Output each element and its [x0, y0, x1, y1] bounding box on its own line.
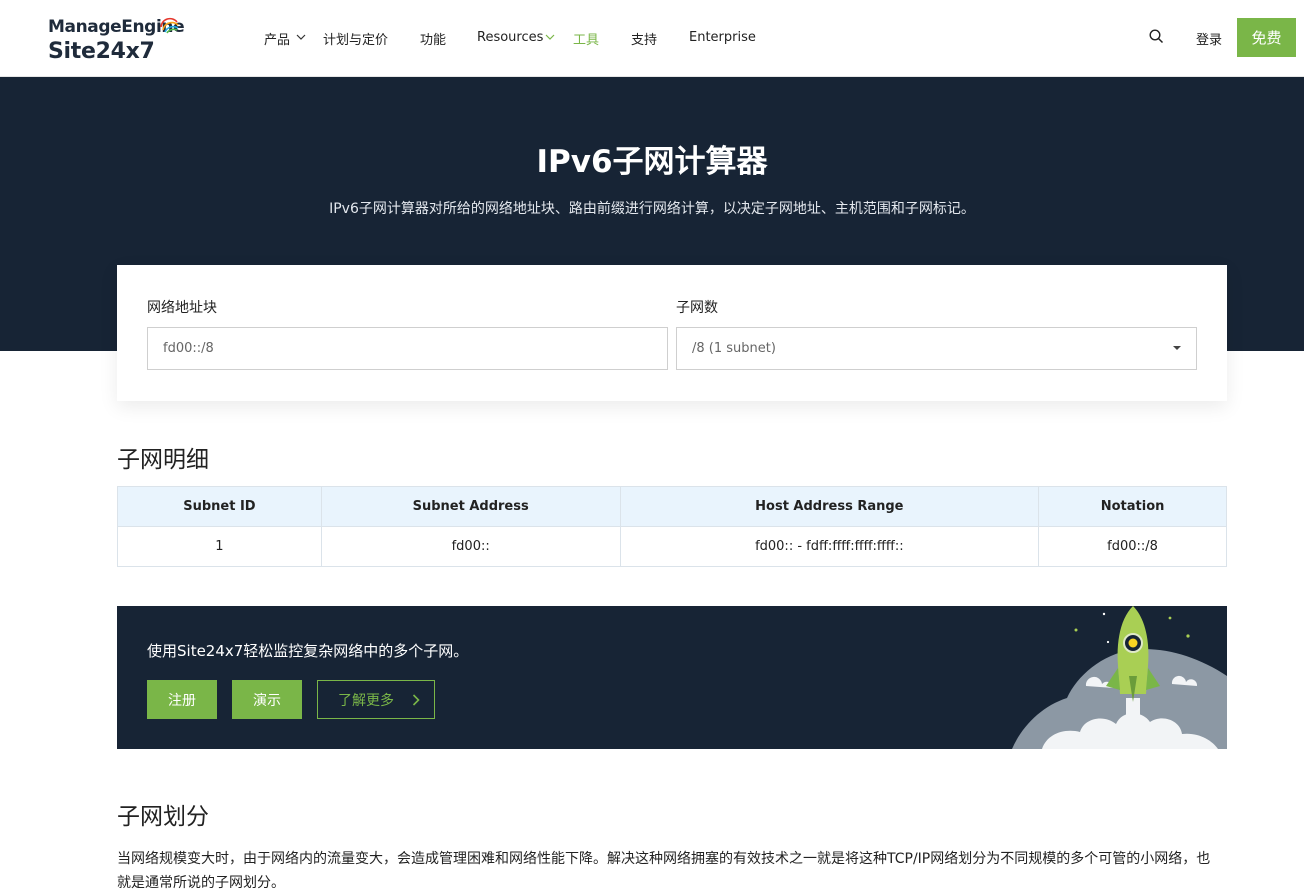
rocket-illustration-icon — [1012, 606, 1227, 749]
network-block-label: 网络地址块 — [147, 300, 217, 316]
subnet-details-title: 子网明细 — [117, 447, 209, 473]
nav-products[interactable]: 产品 — [264, 29, 290, 48]
table-cell: fd00:: — [320, 526, 621, 567]
learn-more-button[interactable]: 了解更多 — [317, 680, 435, 719]
network-block-value: fd00::/8 — [163, 341, 214, 356]
nav-tools[interactable]: 工具 — [573, 29, 599, 48]
chevron-right-icon — [412, 694, 420, 706]
nav-pricing[interactable]: 计划与定价 — [323, 29, 388, 48]
chevron-down-icon[interactable] — [545, 34, 555, 40]
search-icon[interactable] — [1149, 29, 1164, 44]
subnet-count-select[interactable]: /8 (1 subnet) — [676, 327, 1197, 370]
subnetting-paragraph: 当网络规模变大时，由于网络内的流量变大，会造成管理困难和网络性能下降。解决这种网… — [117, 851, 1211, 891]
table-header-row: Subnet ID Subnet Address Host Address Ra… — [117, 486, 1227, 527]
table-cell: fd00::/8 — [1038, 526, 1227, 567]
subnet-count-label: 子网数 — [676, 300, 718, 316]
site-logo[interactable]: ManageEngine Site24x7 — [48, 13, 188, 65]
subnet-details-table: Subnet ID Subnet Address Host Address Ra… — [117, 486, 1227, 567]
demo-button[interactable]: 演示 — [232, 680, 302, 719]
nav-enterprise[interactable]: Enterprise — [689, 30, 756, 45]
table-cell: fd00:: - fdff:ffff:ffff:ffff:: — [619, 526, 1040, 567]
learn-more-label: 了解更多 — [338, 692, 394, 709]
login-link[interactable]: 登录 — [1196, 29, 1222, 48]
caret-down-icon[interactable] — [1173, 346, 1181, 350]
table-row: 1 fd00:: fd00:: - fdff:ffff:ffff:ffff:: … — [117, 526, 1227, 567]
network-block-input[interactable]: fd00::/8 — [147, 327, 668, 370]
signup-button[interactable]: 注册 — [147, 680, 217, 719]
column-header: Subnet Address — [320, 486, 621, 527]
chevron-down-icon[interactable] — [296, 34, 306, 40]
logo-arc-icon — [160, 17, 179, 34]
site-header: ManageEngine Site24x7 产品 计划与定价 功能 Resour… — [0, 0, 1304, 77]
promo-banner: 使用Site24x7轻松监控复杂网络中的多个子网。 注册 演示 了解更多 — [117, 606, 1227, 749]
column-header: Host Address Range — [619, 486, 1040, 527]
free-signup-button[interactable]: 免费 — [1237, 18, 1296, 57]
column-header: Notation — [1038, 486, 1227, 527]
logo-site24x7-text: Site24x7 — [48, 39, 155, 64]
promo-text: 使用Site24x7轻松监控复杂网络中的多个子网。 — [147, 642, 469, 660]
subnet-count-value: /8 (1 subnet) — [692, 341, 776, 356]
page-title: IPv6子网计算器 — [536, 144, 768, 180]
table-cell: 1 — [117, 526, 322, 567]
column-header: Subnet ID — [117, 486, 322, 527]
nav-support[interactable]: 支持 — [631, 29, 657, 48]
nav-resources[interactable]: Resources — [477, 30, 543, 45]
nav-features[interactable]: 功能 — [420, 29, 446, 48]
subnetting-title: 子网划分 — [117, 804, 209, 830]
page-subtitle: IPv6子网计算器对所给的网络地址块、路由前缀进行网络计算，以决定子网地址、主机… — [329, 201, 975, 217]
